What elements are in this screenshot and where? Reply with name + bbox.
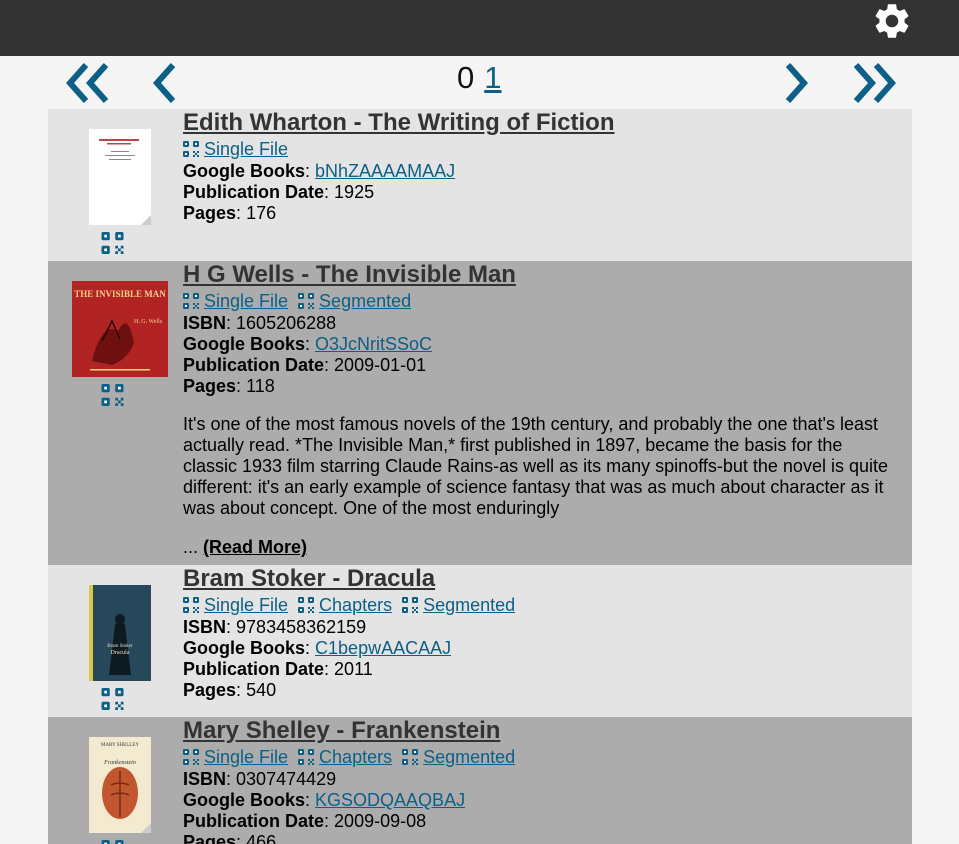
- book-description: It's one of the most famous novels of th…: [183, 414, 888, 518]
- qr-code-icon[interactable]: [101, 384, 124, 406]
- qr-code-icon: [298, 597, 314, 613]
- google-books-link[interactable]: O3JcNritSSoC: [315, 334, 432, 354]
- book-info: Edith Wharton - The Writing of Fiction S…: [183, 109, 892, 224]
- book-cover[interactable]: [89, 129, 151, 225]
- read-more-link[interactable]: (Read More): [203, 537, 307, 557]
- google-books-row: Google Books: C1bepwAACAAJ: [183, 638, 452, 658]
- book-title[interactable]: H G Wells - The Invisible Man: [183, 261, 516, 289]
- book-info: Bram Stoker - Dracula Single File Chapte…: [183, 565, 892, 701]
- segmented-link[interactable]: Segmented: [402, 747, 515, 768]
- svg-text:H. G. Wells: H. G. Wells: [134, 319, 163, 325]
- chevron-right-icon[interactable]: [783, 62, 811, 104]
- publication-date-row: Publication Date: 1925: [183, 182, 375, 202]
- svg-text:Frankenstein: Frankenstein: [103, 760, 136, 766]
- publication-date-row: Publication Date: 2009-09-08: [183, 811, 427, 831]
- book-list: Edith Wharton - The Writing of Fiction S…: [48, 109, 912, 844]
- book-info: Mary Shelley - Frankenstein Single File …: [183, 717, 892, 844]
- book-item: MARY SHELLEY Frankenstein Mary Shelley -…: [48, 717, 912, 844]
- pages-row: Pages: 540: [183, 680, 277, 700]
- download-links: Single File Segmented: [183, 289, 892, 313]
- qr-code-icon: [183, 749, 199, 765]
- qr-code-icon: [298, 749, 314, 765]
- pages-row: Pages: 118: [183, 376, 275, 396]
- qr-code-icon: [183, 293, 199, 309]
- qr-code-icon: [183, 597, 199, 613]
- google-books-row: Google Books: O3JcNritSSoC: [183, 334, 433, 354]
- svg-text:MARY SHELLEY: MARY SHELLEY: [101, 743, 139, 748]
- google-books-link[interactable]: bNhZAAAAMAAJ: [315, 161, 455, 181]
- double-chevron-left-icon[interactable]: [66, 62, 112, 104]
- book-cover[interactable]: Bram Stoker Dracula: [89, 585, 151, 681]
- google-books-link[interactable]: C1bepwAACAAJ: [315, 638, 451, 658]
- qr-code-icon[interactable]: [101, 688, 124, 710]
- download-links: Single File Chapters Segmented: [183, 745, 892, 769]
- single-file-link[interactable]: Single File: [183, 139, 288, 160]
- pages-row: Pages: 176: [183, 203, 277, 223]
- book-title[interactable]: Edith Wharton - The Writing of Fiction: [183, 109, 614, 137]
- segmented-link[interactable]: Segmented: [402, 595, 515, 616]
- book-cover[interactable]: MARY SHELLEY Frankenstein: [89, 737, 151, 833]
- svg-text:Dracula: Dracula: [111, 650, 130, 656]
- book-title[interactable]: Bram Stoker - Dracula: [183, 565, 435, 593]
- chevron-left-icon[interactable]: [150, 62, 178, 104]
- book-item: Bram Stoker Dracula Bram Stoker - Dracul…: [48, 565, 912, 717]
- segmented-link[interactable]: Segmented: [298, 291, 411, 312]
- current-page: 0: [457, 60, 475, 95]
- qr-code-icon: [298, 293, 314, 309]
- publication-date-row: Publication Date: 2011: [183, 659, 373, 679]
- book-item: THE INVISIBLE MAN H. G. Wells H G Wells …: [48, 261, 912, 565]
- qr-code-icon[interactable]: [101, 840, 124, 844]
- double-chevron-right-icon[interactable]: [850, 62, 896, 104]
- isbn-row: ISBN: 1605206288: [183, 313, 337, 333]
- qr-code-icon: [402, 597, 418, 613]
- single-file-link[interactable]: Single File: [183, 747, 288, 768]
- google-books-row: Google Books: bNhZAAAAMAAJ: [183, 161, 456, 181]
- page-link[interactable]: 1: [484, 60, 501, 95]
- gear-icon[interactable]: [871, 0, 913, 42]
- read-more-row: ... (Read More): [183, 537, 308, 557]
- single-file-link[interactable]: Single File: [183, 291, 288, 312]
- book-info: H G Wells - The Invisible Man Single Fil…: [183, 261, 892, 558]
- qr-code-icon: [402, 749, 418, 765]
- download-links: Single File Chapters Segmented: [183, 593, 892, 617]
- book-item: Edith Wharton - The Writing of Fiction S…: [48, 109, 912, 261]
- pagination: 01: [0, 58, 959, 108]
- chapters-link[interactable]: Chapters: [298, 747, 392, 768]
- google-books-link[interactable]: KGSODQAAQBAJ: [315, 790, 465, 810]
- svg-text:THE INVISIBLE MAN: THE INVISIBLE MAN: [74, 289, 166, 299]
- google-books-row: Google Books: KGSODQAAQBAJ: [183, 790, 466, 810]
- isbn-row: ISBN: 9783458362159: [183, 617, 367, 637]
- single-file-link[interactable]: Single File: [183, 595, 288, 616]
- download-links: Single File: [183, 137, 892, 161]
- pages-row: Pages: 466: [183, 832, 277, 844]
- publication-date-row: Publication Date: 2009-01-01: [183, 355, 427, 375]
- top-bar: [0, 0, 959, 56]
- qr-code-icon[interactable]: [101, 232, 124, 254]
- isbn-row: ISBN: 0307474429: [183, 769, 337, 789]
- page-numbers: 01: [457, 60, 502, 96]
- book-cover[interactable]: THE INVISIBLE MAN H. G. Wells: [72, 281, 168, 377]
- book-title[interactable]: Mary Shelley - Frankenstein: [183, 717, 500, 745]
- qr-code-icon: [183, 141, 199, 157]
- svg-text:Bram Stoker: Bram Stoker: [107, 644, 133, 649]
- chapters-link[interactable]: Chapters: [298, 595, 392, 616]
